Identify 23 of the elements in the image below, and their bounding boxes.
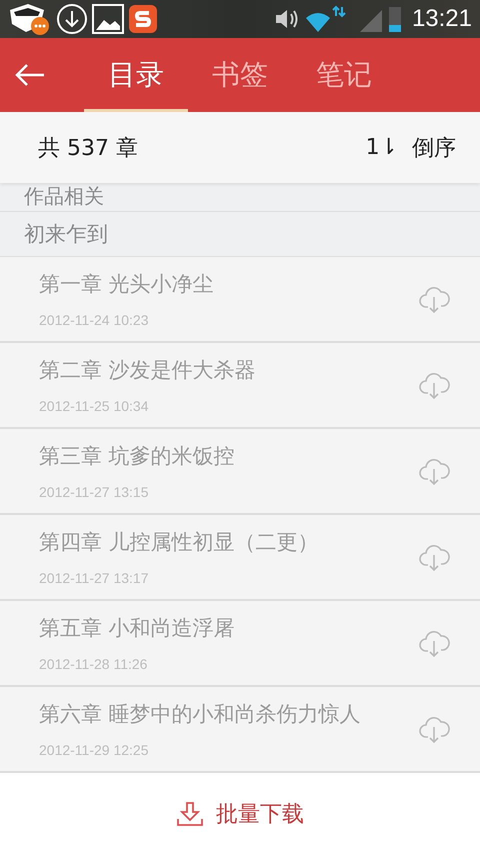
- status-time: 13:21: [412, 5, 472, 33]
- volume-icon: [274, 7, 300, 31]
- chapter-title[interactable]: 第四章 儿控属性初显（二更）: [39, 528, 418, 556]
- app-notification-icon: [8, 2, 52, 36]
- image-icon: [92, 4, 124, 34]
- section-header[interactable]: 作品相关: [24, 186, 104, 206]
- batch-download-button[interactable]: 批量下载: [170, 792, 310, 834]
- sort-order-button[interactable]: 倒序: [412, 132, 456, 162]
- chapter-title[interactable]: 第二章 沙发是件大杀器: [39, 356, 418, 384]
- tab[interactable]: 书签: [188, 38, 292, 112]
- tab[interactable]: 笔记: [292, 38, 396, 112]
- chapter-title[interactable]: 第六章 睡梦中的小和尚杀伤力惊人: [39, 700, 418, 728]
- download-icon: [56, 3, 88, 35]
- chapter-title[interactable]: 第一章 光头小净尘: [39, 270, 418, 298]
- app-logo-icon: [128, 4, 158, 34]
- battery-icon: [388, 5, 402, 33]
- chapter-title[interactable]: 第五章 小和尚造浮屠: [39, 614, 418, 642]
- back-arrow-icon[interactable]: [14, 63, 46, 87]
- sort-icon[interactable]: 1⇂: [366, 135, 398, 160]
- section-header[interactable]: 初来乍到: [24, 220, 108, 248]
- chapter-title[interactable]: 第三章 坑爹的米饭控: [39, 442, 418, 470]
- download-icon: [176, 800, 204, 826]
- chapter-count: 共 537 章: [38, 134, 138, 162]
